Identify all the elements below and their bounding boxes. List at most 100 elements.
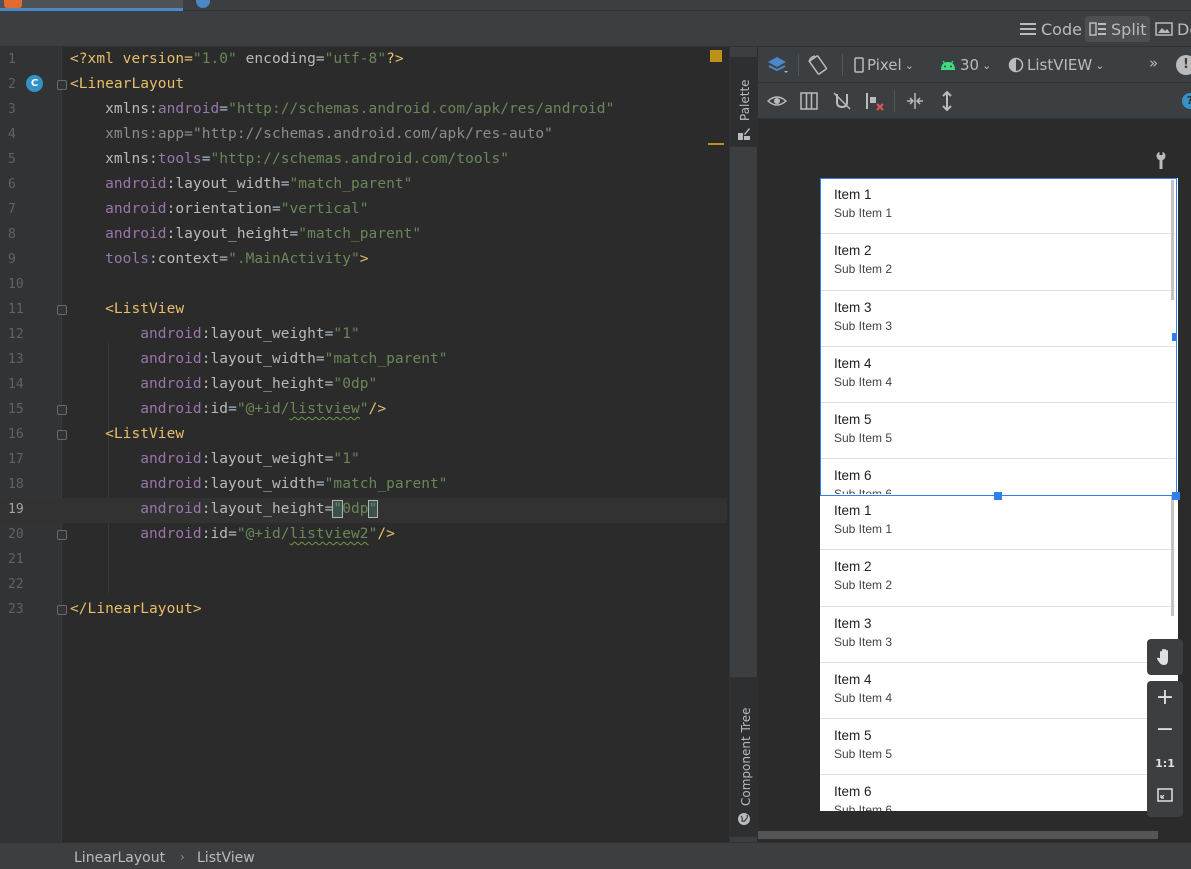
- theme-selector[interactable]: ListVIEW ⌄: [1008, 56, 1104, 74]
- list-item-subtitle: Sub Item 6: [834, 803, 893, 811]
- chevron-down-icon: ⌄: [982, 58, 992, 72]
- design-preview-panel: Pixel ⌄ 30 ⌄ ListVIEW ⌄ » ! ? Item 1 Sub …: [758, 47, 1191, 842]
- component-tree-tab[interactable]: Component Tree: [730, 677, 758, 837]
- api-level-selector[interactable]: 30 ⌄: [939, 56, 991, 74]
- code-line[interactable]: 2 C <LinearLayout: [0, 73, 727, 98]
- fold-marker-icon[interactable]: [57, 530, 67, 540]
- clear-constraints-icon[interactable]: [863, 90, 885, 112]
- fold-marker-icon[interactable]: [57, 405, 67, 415]
- code-line[interactable]: 6 android:layout_width="match_parent": [0, 173, 727, 198]
- code-line[interactable]: 5 xmlns:tools="http://schemas.android.co…: [0, 148, 727, 173]
- fold-marker-icon[interactable]: [57, 305, 67, 315]
- code-line[interactable]: 18 android:layout_width="match_parent": [0, 473, 727, 498]
- help-icon[interactable]: ?: [1182, 93, 1191, 109]
- code-mode-button[interactable]: Code: [1015, 16, 1086, 42]
- code-line[interactable]: 19 android:layout_height="0dp": [0, 498, 727, 523]
- code-text: android:id="@+id/listview2"/>: [70, 526, 395, 542]
- code-line[interactable]: 13 android:layout_width="match_parent": [0, 348, 727, 373]
- magnet-off-icon[interactable]: [831, 90, 853, 112]
- zoom-actual-size-button[interactable]: 1:1: [1147, 757, 1183, 773]
- list-item[interactable]: Item 6Sub Item 6: [820, 459, 1175, 494]
- code-line[interactable]: 16 <ListView: [0, 423, 727, 448]
- code-token: android: [140, 326, 202, 342]
- warning-indicator-icon[interactable]: !: [1176, 55, 1191, 75]
- pack-horizontal-icon[interactable]: [904, 90, 926, 112]
- resize-handle[interactable]: [994, 492, 1002, 500]
- code-token: tools: [105, 251, 150, 267]
- palette-tab[interactable]: Palette: [730, 57, 758, 147]
- code-line[interactable]: 1 <?xml version="1.0" encoding="utf-8"?>: [0, 48, 727, 73]
- code-line[interactable]: 20 android:id="@+id/listview2"/>: [0, 523, 727, 548]
- more-toolbar-button[interactable]: »: [1149, 54, 1158, 72]
- toolbar-separator: [894, 90, 895, 112]
- zoom-in-icon[interactable]: +: [1147, 687, 1183, 711]
- code-token: encoding=: [236, 51, 325, 67]
- split-mode-button[interactable]: Split: [1085, 16, 1151, 42]
- blueprint-columns-icon[interactable]: [798, 90, 820, 112]
- wrench-icon[interactable]: [1154, 151, 1168, 169]
- list-item[interactable]: Item 1 Sub Item 1: [820, 494, 1175, 551]
- resize-handle[interactable]: [1172, 333, 1177, 341]
- code-line[interactable]: 9 tools:context=".MainActivity">: [0, 248, 727, 273]
- list-item-subtitle: Sub Item 5: [834, 747, 893, 762]
- vertical-resize-icon[interactable]: [936, 90, 958, 112]
- scrollbar[interactable]: [1171, 180, 1174, 300]
- code-line[interactable]: 3 xmlns:android="http://schemas.android.…: [0, 98, 727, 123]
- zoom-out-icon[interactable]: −: [1147, 719, 1183, 743]
- code-token: android: [140, 501, 202, 517]
- fold-marker-icon[interactable]: [57, 605, 67, 615]
- design-mode-button[interactable]: De: [1151, 16, 1191, 42]
- code-line[interactable]: 17 android:layout_weight="1": [0, 448, 727, 473]
- list-item[interactable]: Item 2 Sub Item 2: [820, 234, 1175, 291]
- list-item[interactable]: Item 3 Sub Item 3: [820, 291, 1175, 347]
- editor-tab-active[interactable]: [0, 0, 183, 11]
- layers-icon[interactable]: [766, 54, 788, 76]
- code-line[interactable]: 4 xmlns:app="http://schemas.android.com/…: [0, 123, 727, 148]
- code-text: android:layout_width="match_parent": [70, 476, 448, 492]
- code-line[interactable]: 12 android:layout_weight="1": [0, 323, 727, 348]
- list-item[interactable]: Item 5 Sub Item 5: [820, 719, 1175, 776]
- list-item[interactable]: Item 1 Sub Item 1: [820, 178, 1175, 235]
- code-line[interactable]: 23 </LinearLayout>: [0, 598, 727, 623]
- code-line[interactable]: 7 android:orientation="vertical": [0, 198, 727, 223]
- code-token: :layout_height: [201, 501, 325, 517]
- line-number: 18: [8, 477, 24, 492]
- code-line[interactable]: 21: [0, 548, 727, 573]
- view-mode-bar: Code Split De: [0, 11, 1191, 47]
- code-line[interactable]: 8 android:layout_height="match_parent": [0, 223, 727, 248]
- code-line[interactable]: 15 android:id="@+id/listview"/>: [0, 398, 727, 423]
- list-item[interactable]: Item 5 Sub Item 5: [820, 403, 1175, 460]
- breadcrumb-item-listview[interactable]: ListView: [197, 850, 255, 866]
- code-line[interactable]: 22: [0, 573, 727, 598]
- list-item[interactable]: Item 3 Sub Item 3: [820, 607, 1175, 663]
- code-token: =: [280, 176, 290, 192]
- scrollbar[interactable]: [1171, 496, 1174, 616]
- list-item[interactable]: Item 4 Sub Item 4: [820, 347, 1175, 404]
- list-item[interactable]: Item 2 Sub Item 2: [820, 550, 1175, 607]
- code-line[interactable]: 14 android:layout_height="0dp": [0, 373, 727, 398]
- pan-tool[interactable]: [1147, 639, 1183, 675]
- list-item-title: Item 3: [834, 615, 872, 631]
- code-text: android:layout_height="match_parent": [70, 226, 421, 242]
- code-line[interactable]: 11 <ListView: [0, 298, 727, 323]
- breadcrumb-item-linearlayout[interactable]: LinearLayout: [74, 850, 165, 866]
- fold-marker-icon[interactable]: [57, 80, 67, 90]
- device-selector[interactable]: Pixel ⌄: [854, 56, 914, 74]
- listview-2[interactable]: Item 1 Sub Item 1 Item 2 Sub Item 2 Item 3 Su…: [820, 494, 1175, 811]
- rotate-orientation-icon[interactable]: [807, 54, 829, 76]
- code-text: xmlns:app="http://schemas.android.com/ap…: [70, 126, 553, 142]
- list-item[interactable]: Item 6Sub Item 6: [820, 775, 1175, 811]
- horizontal-scrollbar[interactable]: [758, 831, 1158, 839]
- list-item-title: Item 3: [834, 299, 872, 315]
- list-item-title: Item 1: [834, 187, 872, 202]
- xml-code-editor[interactable]: 1 <?xml version="1.0" encoding="utf-8"?> 2…: [0, 47, 727, 842]
- listview-1[interactable]: Item 1 Sub Item 1 Item 2 Sub Item 2 Item 3 Su…: [820, 178, 1175, 494]
- zoom-to-fit-icon[interactable]: [1157, 787, 1173, 803]
- eye-icon[interactable]: [766, 90, 788, 112]
- code-token: android: [140, 451, 202, 467]
- resize-handle[interactable]: [1172, 492, 1180, 500]
- code-line[interactable]: 10: [0, 273, 727, 298]
- class-gutter-icon[interactable]: C: [26, 75, 43, 92]
- list-item[interactable]: Item 4 Sub Item 4: [820, 663, 1175, 720]
- fold-marker-icon[interactable]: [57, 430, 67, 440]
